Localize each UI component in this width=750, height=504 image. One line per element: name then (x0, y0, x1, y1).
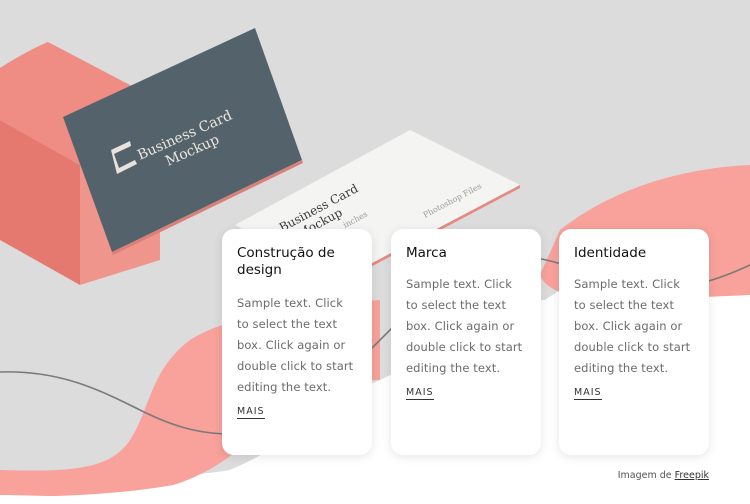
more-link[interactable]: MAIS (237, 406, 265, 419)
more-link[interactable]: MAIS (406, 387, 434, 400)
card-text: Sample text. Click to select the text bo… (237, 296, 354, 394)
freepik-link[interactable]: Freepik (675, 470, 709, 481)
card-title: Identidade (574, 245, 647, 261)
feature-card: Identidade Sample text. Click to select … (559, 229, 709, 455)
feature-card: Marca Sample text. Click to select the t… (391, 229, 541, 455)
card-title: Construção de design (237, 245, 335, 278)
card-title: Marca (406, 245, 447, 261)
feature-card: Construção de design Sample text. Click … (222, 229, 372, 455)
image-credit: Imagem de Freepik (618, 470, 709, 481)
card-text: Sample text. Click to select the text bo… (574, 277, 691, 375)
card-text: Sample text. Click to select the text bo… (406, 277, 523, 375)
credit-prefix: Imagem de (617, 470, 672, 481)
more-link[interactable]: MAIS (574, 387, 602, 400)
features-section: Business Card Mockup inches Photoshop Fi… (0, 0, 750, 504)
